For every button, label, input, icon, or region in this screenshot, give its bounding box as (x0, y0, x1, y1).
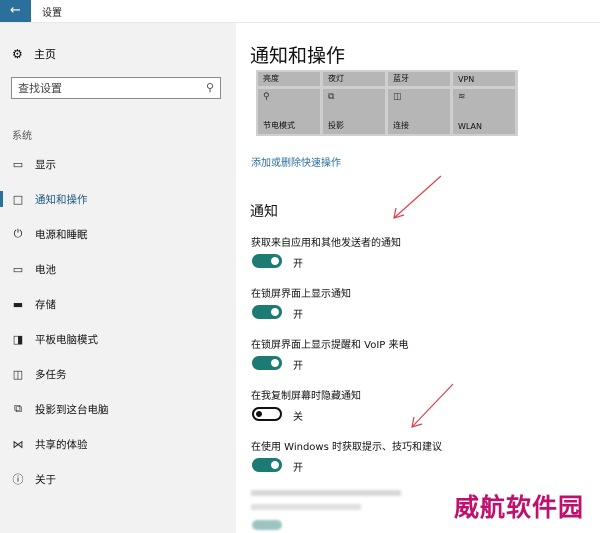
power-icon: ⏻ (13, 227, 23, 240)
sidebar-item-label: 平板电脑模式 (35, 333, 98, 346)
info-icon: ⓘ (12, 473, 24, 486)
battery-saver-icon: ⚲ (263, 92, 270, 102)
setting-label: 在使用 Windows 时获取提示、技巧和建议 (251, 442, 442, 453)
toggle-hide-when-duplicating[interactable] (252, 407, 282, 421)
quick-action-label: 夜灯 (328, 74, 344, 83)
quick-action-label: 连接 (393, 121, 409, 130)
title-bar: ← 设置 (0, 0, 600, 23)
add-remove-quick-actions-link[interactable]: 添加或删除快速操作 (251, 154, 341, 169)
share-icon: ⋈ (12, 437, 24, 451)
project-icon: ⧉ (328, 92, 335, 102)
sidebar-item-shared-experiences[interactable]: ⋈ 共享的体验 (0, 432, 236, 456)
toggle-state: 开 (293, 310, 303, 321)
connect-icon: ◫ (393, 92, 402, 102)
sidebar-item-label: 通知和操作 (35, 193, 88, 206)
quick-action-brightness[interactable]: 亮度 (258, 72, 320, 86)
storage-icon: ▬ (12, 297, 24, 311)
quick-action-battery-saver[interactable]: ⚲ 节电模式 (258, 89, 320, 134)
back-button[interactable]: ← (0, 0, 31, 22)
setting-label: 在锁屏界面上显示通知 (251, 289, 351, 300)
sidebar-item-label: 显示 (35, 158, 56, 171)
quick-action-vpn[interactable]: VPN (453, 72, 515, 86)
page-title: 通知和操作 (250, 45, 346, 67)
toggle-state: 开 (293, 463, 303, 474)
quick-action-label: 节电模式 (263, 121, 295, 130)
quick-action-label: 投影 (328, 121, 344, 130)
quick-action-connect[interactable]: ◫ 连接 (388, 89, 450, 134)
search-input[interactable] (18, 81, 198, 95)
sidebar-item-label: 投影到这台电脑 (35, 403, 109, 416)
quick-action-label: VPN (458, 75, 475, 84)
notification-icon: □ (12, 192, 24, 206)
quick-action-project[interactable]: ⧉ 投影 (323, 89, 385, 134)
sidebar-item-storage[interactable]: ▬ 存储 (0, 292, 236, 316)
setting-label: 在锁屏界面上显示提醒和 VoIP 来电 (251, 340, 409, 351)
quick-action-bluetooth[interactable]: 蓝牙 (388, 72, 450, 86)
toggle-tips-and-tricks[interactable] (252, 458, 282, 472)
search-box: ⚲ (11, 77, 221, 99)
quick-action-label: WLAN (458, 122, 483, 131)
home-nav[interactable]: ⚙ 主页 (12, 45, 56, 63)
sidebar-item-label: 多任务 (35, 368, 67, 381)
sidebar-item-tablet-mode[interactable]: ◨ 平板电脑模式 (0, 327, 236, 351)
sidebar-item-label: 关于 (35, 473, 56, 486)
window-title: 设置 (42, 8, 62, 19)
sidebar-item-label: 存储 (35, 298, 56, 311)
wlan-icon: ≋ (458, 92, 466, 102)
sidebar-item-label: 电源和睡眠 (35, 228, 88, 241)
sidebar-item-battery[interactable]: ▭ 电池 (0, 257, 236, 281)
quick-action-label: 亮度 (263, 74, 279, 83)
active-indicator (0, 191, 3, 207)
watermark: 威航软件园 (454, 493, 585, 522)
toggle-state: 开 (293, 361, 303, 372)
sidebar-item-power[interactable]: ⏻ 电源和睡眠 (0, 222, 236, 246)
search-icon[interactable]: ⚲ (206, 81, 214, 94)
annotation-arrow (393, 175, 442, 219)
setting-label: 在我复制屏幕时隐藏通知 (251, 391, 361, 402)
section-label: 系统 (12, 131, 32, 142)
toggle-state: 开 (293, 259, 303, 270)
sidebar-item-label: 电池 (35, 263, 56, 276)
annotation-arrow (411, 383, 454, 428)
toggle-app-notifications[interactable] (252, 254, 282, 268)
blurred-setting-line (251, 504, 361, 510)
main-content: 通知和操作 亮度 夜灯 蓝牙 VPN ⚲ 节电模式 ⧉ 投影 ◫ 连接 ≋ WL… (236, 23, 600, 533)
sidebar-item-display[interactable]: ▭ 显示 (0, 152, 236, 176)
gear-icon: ⚙ (12, 47, 23, 61)
sidebar-item-multitask[interactable]: ◫ 多任务 (0, 362, 236, 386)
toggle-lock-screen-reminders[interactable] (252, 356, 282, 370)
battery-icon: ▭ (12, 262, 24, 276)
quick-action-wlan[interactable]: ≋ WLAN (453, 89, 515, 134)
tablet-mode-icon: ◨ (12, 332, 24, 346)
quick-action-label: 蓝牙 (393, 74, 409, 83)
quick-actions-grid: 亮度 夜灯 蓝牙 VPN ⚲ 节电模式 ⧉ 投影 ◫ 连接 ≋ WLAN (256, 70, 518, 136)
home-label: 主页 (34, 48, 56, 61)
blurred-toggle (252, 520, 282, 530)
setting-label: 获取来自应用和其他发送者的通知 (251, 238, 401, 249)
quick-action-night-light[interactable]: 夜灯 (323, 72, 385, 86)
toggle-state: 关 (293, 412, 303, 423)
toggle-lock-screen-notifications[interactable] (252, 305, 282, 319)
sidebar-item-notifications[interactable]: □ 通知和操作 (0, 187, 236, 211)
multitask-icon: ◫ (12, 367, 24, 381)
sidebar-item-project[interactable]: ⧉ 投影到这台电脑 (0, 397, 236, 421)
blurred-setting-line (251, 490, 401, 496)
back-arrow-icon: ← (10, 3, 21, 18)
sidebar: ⚙ 主页 ⚲ 系统 ▭ 显示 □ 通知和操作 ⏻ 电源和睡眠 ▭ 电池 ▬ 存储… (0, 23, 236, 533)
notifications-section-title: 通知 (250, 204, 278, 220)
sidebar-item-about[interactable]: ⓘ 关于 (0, 467, 236, 491)
sidebar-item-label: 共享的体验 (35, 438, 88, 451)
display-icon: ▭ (12, 157, 24, 171)
project-icon: ⧉ (14, 402, 22, 415)
